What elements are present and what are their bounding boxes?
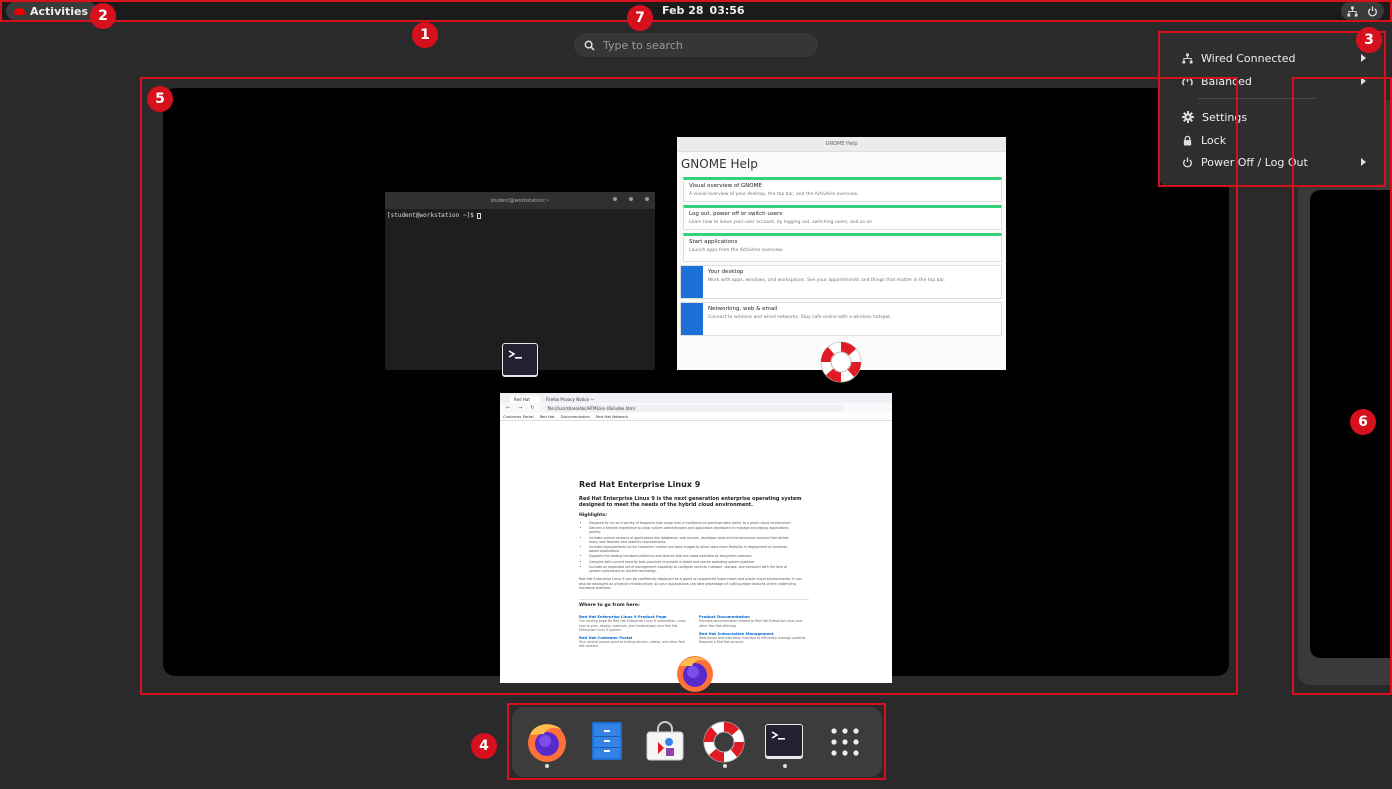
annotation-box-workspace <box>140 77 1238 695</box>
annotation-badge: 6 <box>1350 409 1376 435</box>
annotation-box-next-workspace <box>1292 77 1392 695</box>
annotation-badge: 1 <box>412 22 438 48</box>
annotation-badge: 3 <box>1356 27 1382 53</box>
search-icon <box>584 40 595 51</box>
annotation-badge: 7 <box>627 5 653 31</box>
annotation-badge: 4 <box>471 733 497 759</box>
annotation-box-dash <box>507 703 886 780</box>
search-entry[interactable] <box>574 33 818 57</box>
annotation-badge: 2 <box>90 3 116 29</box>
search-input[interactable] <box>603 38 793 52</box>
annotation-box-topbar <box>0 0 1392 22</box>
annotation-badge: 5 <box>147 86 173 112</box>
